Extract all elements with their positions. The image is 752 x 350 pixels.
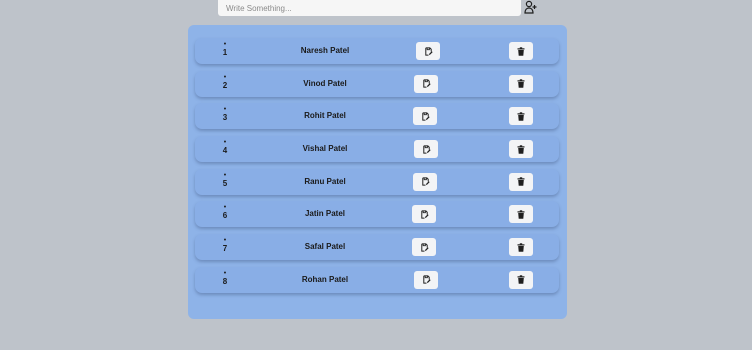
todo-row: • 3 Rohit Patel [195,103,559,130]
edit-icon [424,46,433,56]
todo-name: Vishal Patel [302,144,348,154]
row-number-value: 2 [222,80,228,90]
trash-icon [517,242,525,252]
edit-icon [422,275,431,284]
edit-button[interactable] [414,74,438,93]
edit-button[interactable] [413,107,437,126]
todo-list: • 1 Naresh Patel • 2 Vinod Patel • 3 Rohit Patel… [195,38,559,300]
edit-button[interactable] [412,205,436,224]
trash-icon [517,46,525,56]
row-number-value: 7 [222,244,228,254]
add-user-icon [524,0,537,14]
row-number-value: 4 [222,146,228,156]
row-number: • 8 [220,270,230,287]
trash-icon [517,144,525,154]
todo-name: Rohit Patel [304,111,346,121]
todo-row: • 6 Jatin Patel [195,201,559,228]
row-number-value: 3 [222,113,228,123]
todo-name: Naresh Patel [300,46,350,55]
delete-button[interactable] [509,270,533,289]
todo-input-bar [218,0,538,16]
delete-button[interactable] [509,238,533,257]
row-number: • 1 [220,41,230,58]
todo-name: Rohan Patel [301,274,349,284]
trash-icon [517,275,525,285]
row-number: • 7 [220,237,230,254]
todo-row: • 4 Vishal Patel [195,136,559,163]
todo-name: Safal Patel [304,242,346,252]
row-number: • 2 [220,74,230,91]
delete-button[interactable] [509,172,533,191]
row-number: • 5 [220,172,230,189]
edit-icon [420,210,429,219]
todo-name: Ranu Patel [304,176,346,186]
todo-row: • 7 Safal Patel [195,234,559,261]
todo-row: • 8 Rohan Patel [195,266,559,293]
todo-name: Jatin Patel [304,209,345,219]
row-number: • 3 [220,106,230,123]
trash-icon [517,210,525,219]
row-number-value: 5 [222,178,228,188]
trash-icon [517,112,525,121]
delete-button[interactable] [509,140,533,159]
row-number-value: 6 [222,211,228,221]
edit-button[interactable] [412,238,436,257]
edit-button[interactable] [414,140,438,159]
edit-icon [421,112,430,121]
delete-button[interactable] [509,42,533,60]
edit-icon [422,144,431,154]
trash-icon [517,79,525,88]
edit-icon [421,177,430,186]
edit-icon [420,243,429,252]
todo-row: • 5 Ranu Patel [195,168,559,195]
delete-button[interactable] [509,107,533,126]
edit-button[interactable] [413,172,437,191]
todo-panel: • 1 Naresh Patel • 2 Vinod Patel • 3 Rohit Patel… [188,25,567,319]
trash-icon [517,177,525,186]
row-number-value: 1 [222,48,228,57]
row-number-value: 8 [222,276,228,286]
delete-button[interactable] [509,205,533,224]
row-number: • 6 [220,204,230,221]
edit-button[interactable] [416,42,440,60]
todo-row: • 2 Vinod Patel [195,70,559,97]
edit-icon [422,79,431,88]
todo-name: Vinod Patel [303,78,347,88]
row-number: • 4 [220,139,230,156]
todo-row: • 1 Naresh Patel [195,38,559,64]
todo-input[interactable] [218,0,521,16]
add-user-button[interactable] [524,0,538,14]
delete-button[interactable] [509,74,533,93]
edit-button[interactable] [414,270,438,289]
